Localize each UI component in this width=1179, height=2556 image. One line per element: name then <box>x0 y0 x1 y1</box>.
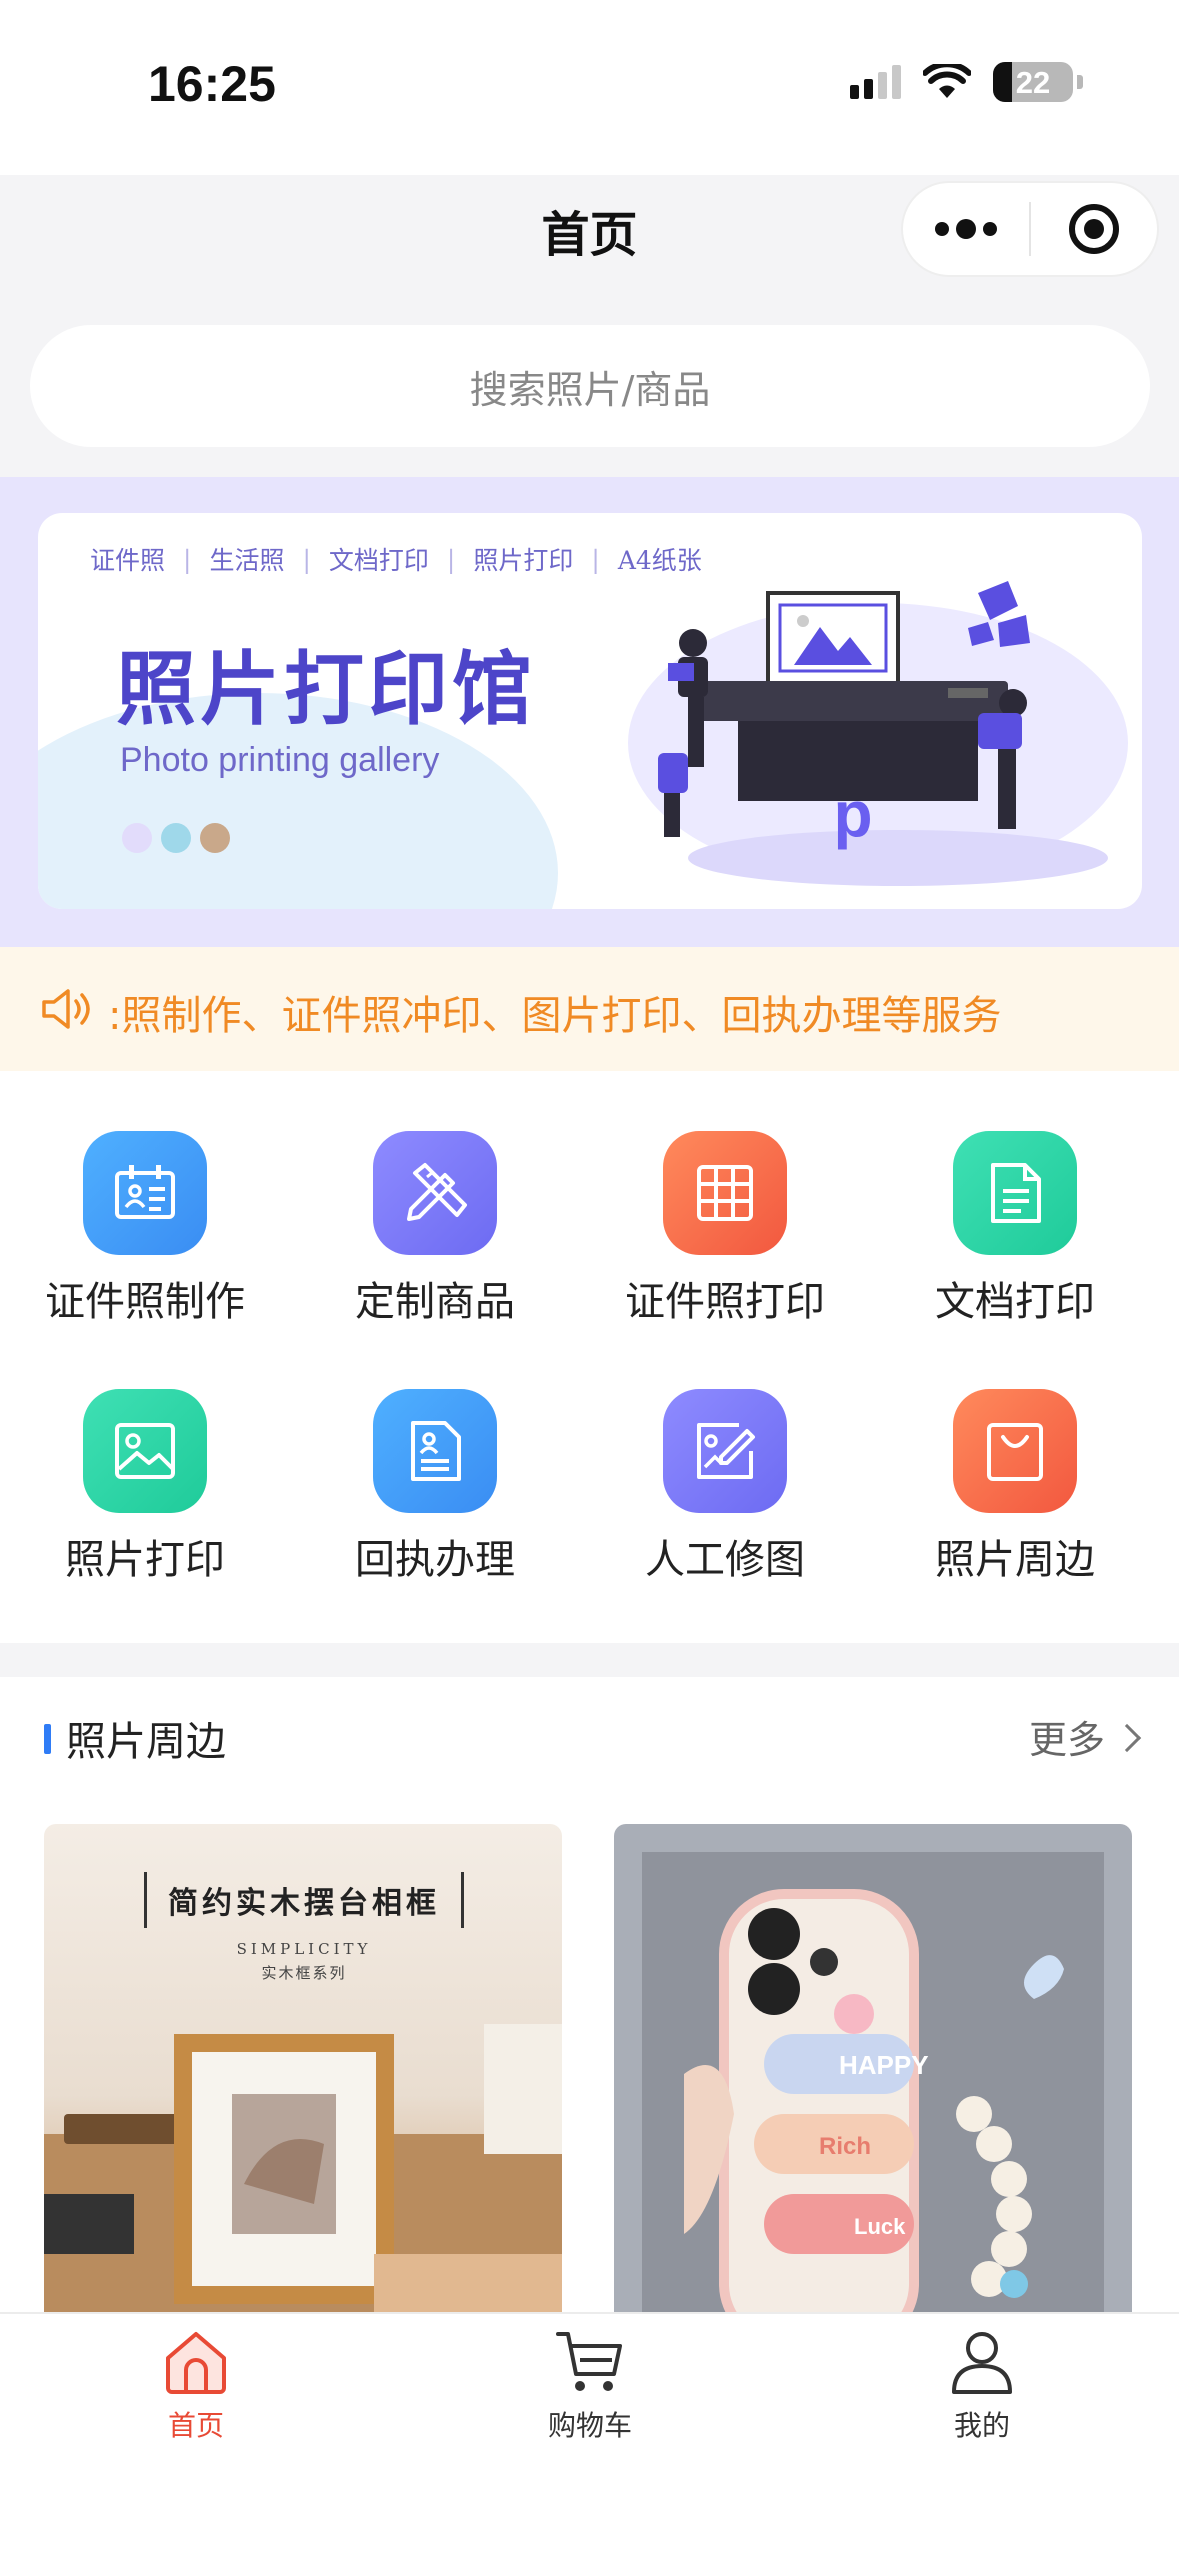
banner-dot <box>161 823 191 853</box>
section-more-link[interactable]: 更多 <box>1028 1709 1142 1764</box>
search-placeholder: 搜索照片/商品 <box>469 367 711 412</box>
user-icon <box>952 2332 1012 2394</box>
service-label: 文档打印 <box>935 1279 1095 1325</box>
service-item-photo-goods[interactable]: 照片周边 <box>870 1389 1160 1589</box>
service-grid: 证件照制作 定制商品 证件照打印 文档打印 照片打印 回执办理 人工修图 照片周… <box>0 1071 1179 1643</box>
service-label: 照片周边 <box>935 1537 1095 1583</box>
product-subtitle: SIMPLICITY <box>236 1940 372 1958</box>
chevron-right-icon <box>1112 1723 1142 1752</box>
banner-tag: 文档打印 <box>328 546 429 575</box>
close-target-icon[interactable] <box>1031 204 1157 254</box>
status-icons: 22 <box>850 62 1083 102</box>
photo-goods-section: 照片周边 更多 简约实木摆台相框 SIMPLICITY 实木框系列 HAPPY … <box>0 1677 1179 2317</box>
document-icon <box>953 1131 1077 1255</box>
bottom-tab-bar: 首页 购物车 我的 <box>0 2312 1179 2556</box>
tab-profile[interactable]: 我的 <box>882 2326 1082 2444</box>
service-label: 定制商品 <box>355 1279 515 1325</box>
illustration-letter: p <box>833 778 872 850</box>
product-card-frame[interactable]: 简约实木摆台相框 SIMPLICITY 实木框系列 <box>44 1824 562 2317</box>
banner-subtitle: Photo printing gallery <box>120 741 440 779</box>
service-label: 证件照打印 <box>625 1279 825 1325</box>
status-time: 16:25 <box>148 56 276 112</box>
banner-dot <box>122 823 152 853</box>
id-card-icon <box>83 1131 207 1255</box>
cart-icon <box>556 2332 622 2391</box>
banner-dot <box>200 823 230 853</box>
case-text-rich: Rich <box>819 2133 871 2160</box>
printer-illustration: p <box>628 581 1128 886</box>
service-label: 照片打印 <box>65 1537 225 1583</box>
service-item-custom-goods[interactable]: 定制商品 <box>290 1131 580 1331</box>
image-icon <box>83 1389 207 1513</box>
section-accent-bar <box>44 1724 51 1754</box>
phone-case-image: HAPPY Rich Luck <box>642 1852 1104 2317</box>
product-title: 简约实木摆台相框 <box>144 1872 464 1928</box>
pencil-ruler-icon <box>373 1131 497 1255</box>
service-label: 证件照制作 <box>45 1279 245 1325</box>
service-item-retouch[interactable]: 人工修图 <box>580 1389 870 1589</box>
tab-cart[interactable]: 购物车 <box>490 2326 690 2444</box>
shopping-bag-icon <box>953 1389 1077 1513</box>
service-item-photo-print[interactable]: 照片打印 <box>0 1389 290 1589</box>
case-text-luck: Luck <box>854 2214 906 2239</box>
mini-program-capsule <box>901 181 1159 277</box>
notice-bar[interactable]: :照制作、证件照冲印、图片打印、回执办理等服务 <box>0 947 1179 1071</box>
product-series: 实木框系列 <box>261 1964 347 1982</box>
more-dots-icon[interactable] <box>903 219 1029 239</box>
product-banner-text: 简约实木摆台相框 SIMPLICITY 实木框系列 <box>144 1872 464 1983</box>
receipt-icon <box>373 1389 497 1513</box>
battery-icon: 22 <box>993 62 1073 102</box>
speaker-icon <box>42 989 90 1029</box>
banner-title: 照片打印馆 <box>116 643 536 736</box>
banner-tag: 照片打印 <box>473 546 574 575</box>
wooden-frame-image <box>44 2024 562 2317</box>
tab-home[interactable]: 首页 <box>96 2326 296 2444</box>
case-text-happy: HAPPY <box>839 2050 929 2080</box>
home-page: 16:25 22 首页 搜索照片/商品 证件照 | 生活照 | 文档打印 | 照… <box>0 0 1179 2556</box>
home-icon <box>166 2332 226 2394</box>
banner[interactable]: 证件照 | 生活照 | 文档打印 | 照片打印 | A4纸张 照片打印馆 Photo p… <box>38 513 1142 909</box>
photo-edit-icon <box>663 1389 787 1513</box>
service-item-id-photo[interactable]: 证件照制作 <box>0 1131 290 1331</box>
tab-label: 购物车 <box>547 2409 632 2442</box>
search-input[interactable]: 搜索照片/商品 <box>30 325 1150 447</box>
wifi-icon <box>923 64 971 98</box>
search-area: 搜索照片/商品 <box>0 295 1179 477</box>
service-item-id-print[interactable]: 证件照打印 <box>580 1131 870 1331</box>
tab-label: 我的 <box>953 2409 1010 2442</box>
status-bar: 16:25 22 <box>0 0 1179 175</box>
product-card-phone-case[interactable]: HAPPY Rich Luck <box>614 1824 1132 2317</box>
battery-level: 22 <box>1015 65 1051 100</box>
service-label: 回执办理 <box>355 1537 515 1583</box>
service-label: 人工修图 <box>645 1537 805 1583</box>
banner-tag: 生活照 <box>209 546 285 575</box>
service-item-doc-print[interactable]: 文档打印 <box>870 1131 1160 1331</box>
banner-tag: 证件照 <box>90 546 166 575</box>
signal-icon <box>850 65 901 99</box>
more-label: 更多 <box>1028 1718 1105 1762</box>
section-title: 照片周边 <box>66 1719 226 1765</box>
battery-cap <box>1077 75 1083 89</box>
banner-dots <box>122 823 230 853</box>
service-item-receipt[interactable]: 回执办理 <box>290 1389 580 1589</box>
grid-icon <box>663 1131 787 1255</box>
notice-text: :照制作、证件照冲印、图片打印、回执办理等服务 <box>108 993 1002 1039</box>
tab-label: 首页 <box>167 2409 224 2442</box>
